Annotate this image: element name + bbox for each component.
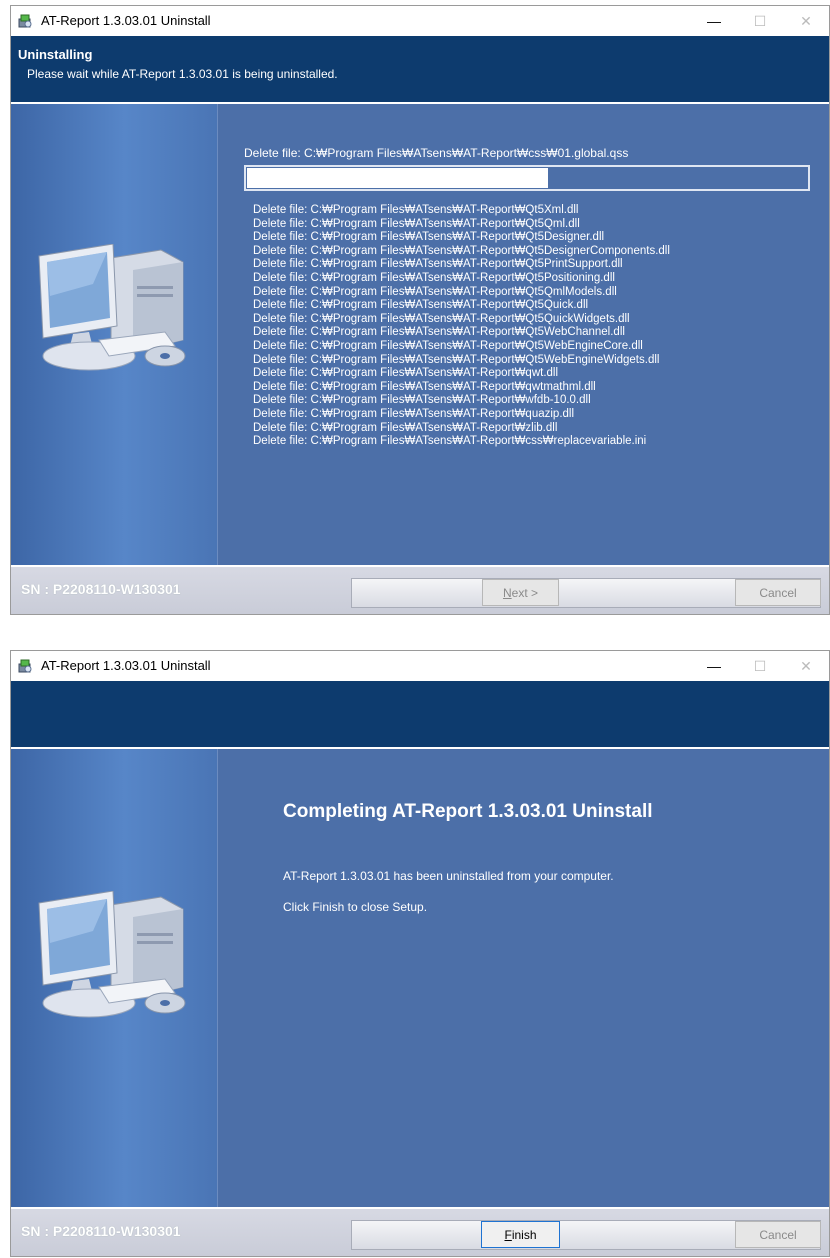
log-line: Delete file: C:₩Program Files₩ATsens₩AT-… bbox=[253, 285, 617, 298]
cancel-button[interactable]: Cancel bbox=[735, 579, 821, 606]
uninstall-complete-window: AT-Report 1.3.03.01 Uninstall — ☐ ✕ Comp… bbox=[10, 650, 830, 1257]
title-bar[interactable]: AT-Report 1.3.03.01 Uninstall — ☐ ✕ bbox=[11, 6, 829, 36]
computer-cd-icon bbox=[38, 891, 186, 1018]
progress-fill bbox=[247, 168, 549, 188]
current-file-label: Delete file: C:₩Program Files₩ATsens₩AT-… bbox=[244, 146, 629, 160]
maximize-button[interactable]: ☐ bbox=[737, 651, 783, 681]
next-button[interactable]: Next > bbox=[482, 579, 559, 606]
sidebar-graphic bbox=[11, 104, 218, 567]
uninstall-progress-window: AT-Report 1.3.03.01 Uninstall — ☐ ✕ Unin… bbox=[10, 5, 830, 615]
log-line: Delete file: C:₩Program Files₩ATsens₩AT-… bbox=[253, 258, 623, 271]
close-button[interactable]: ✕ bbox=[783, 651, 829, 681]
window-title: AT-Report 1.3.03.01 Uninstall bbox=[41, 658, 211, 673]
completion-title: Completing AT-Report 1.3.03.01 Uninstall bbox=[283, 801, 653, 822]
content-area: Delete file: C:₩Program Files₩ATsens₩AT-… bbox=[11, 104, 829, 567]
log-line: Delete file: C:₩Program Files₩ATsens₩AT-… bbox=[253, 353, 660, 366]
completion-hint: Click Finish to close Setup. bbox=[283, 900, 428, 914]
log-line: Delete file: C:₩Program Files₩ATsens₩AT-… bbox=[253, 217, 580, 230]
log-line: Delete file: C:₩Program Files₩ATsens₩AT-… bbox=[253, 367, 559, 380]
log-line: Delete file: C:₩Program Files₩ATsens₩AT-… bbox=[253, 421, 558, 434]
installer-icon bbox=[18, 14, 32, 28]
serial-number: SN : P2208110-W130301 bbox=[21, 1223, 181, 1239]
log-line: Delete file: C:₩Program Files₩ATsens₩AT-… bbox=[253, 271, 615, 284]
footer-bar: SN : P2208110-W130301 Finish Cancel bbox=[11, 1207, 829, 1256]
log-line: Delete file: C:₩Program Files₩ATsens₩AT-… bbox=[253, 407, 575, 420]
log-line: Delete file: C:₩Program Files₩ATsens₩AT-… bbox=[253, 244, 670, 257]
next-button-mnemonic: N bbox=[502, 586, 512, 600]
delete-log-list[interactable]: Delete file: C:₩Program Files₩ATsens₩AT-… bbox=[253, 204, 670, 449]
log-line: Delete file: C:₩Program Files₩ATsens₩AT-… bbox=[253, 204, 579, 216]
close-button[interactable]: ✕ bbox=[783, 6, 829, 36]
next-button-label: ext > bbox=[511, 586, 539, 600]
title-bar[interactable]: AT-Report 1.3.03.01 Uninstall — ☐ ✕ bbox=[11, 651, 829, 681]
finish-button-label: inish bbox=[511, 1228, 537, 1242]
maximize-button[interactable]: ☐ bbox=[737, 6, 783, 36]
header-banner: Uninstalling Please wait while AT-Report… bbox=[11, 36, 829, 104]
progress-bar bbox=[244, 165, 810, 191]
serial-number: SN : P2208110-W130301 bbox=[21, 581, 181, 597]
log-line: Delete file: C:₩Program Files₩ATsens₩AT-… bbox=[253, 312, 630, 325]
minimize-button[interactable]: — bbox=[691, 6, 737, 36]
page-subtitle: Please wait while AT-Report 1.3.03.01 is… bbox=[27, 67, 338, 81]
page-title: Uninstalling bbox=[18, 47, 93, 62]
cancel-button[interactable]: Cancel bbox=[735, 1221, 821, 1248]
log-line: Delete file: C:₩Program Files₩ATsens₩AT-… bbox=[253, 339, 643, 352]
footer-bar: SN : P2208110-W130301 Next > Cancel bbox=[11, 565, 829, 614]
log-line: Delete file: C:₩Program Files₩ATsens₩AT-… bbox=[253, 380, 596, 393]
finish-button-mnemonic: F bbox=[504, 1228, 512, 1242]
log-line: Delete file: C:₩Program Files₩ATsens₩AT-… bbox=[253, 394, 591, 407]
log-line: Delete file: C:₩Program Files₩ATsens₩AT-… bbox=[253, 435, 647, 448]
content-area: Completing AT-Report 1.3.03.01 Uninstall… bbox=[11, 749, 829, 1209]
sidebar-graphic bbox=[11, 749, 218, 1209]
minimize-button[interactable]: — bbox=[691, 651, 737, 681]
computer-cd-icon bbox=[38, 244, 186, 371]
window-title: AT-Report 1.3.03.01 Uninstall bbox=[41, 13, 211, 28]
installer-icon bbox=[18, 659, 32, 673]
log-line: Delete file: C:₩Program Files₩ATsens₩AT-… bbox=[253, 326, 625, 339]
completion-message: AT-Report 1.3.03.01 has been uninstalled… bbox=[283, 869, 614, 883]
header-banner bbox=[11, 681, 829, 749]
finish-button[interactable]: Finish bbox=[481, 1221, 560, 1248]
log-line: Delete file: C:₩Program Files₩ATsens₩AT-… bbox=[253, 231, 605, 244]
log-line: Delete file: C:₩Program Files₩ATsens₩AT-… bbox=[253, 299, 589, 312]
